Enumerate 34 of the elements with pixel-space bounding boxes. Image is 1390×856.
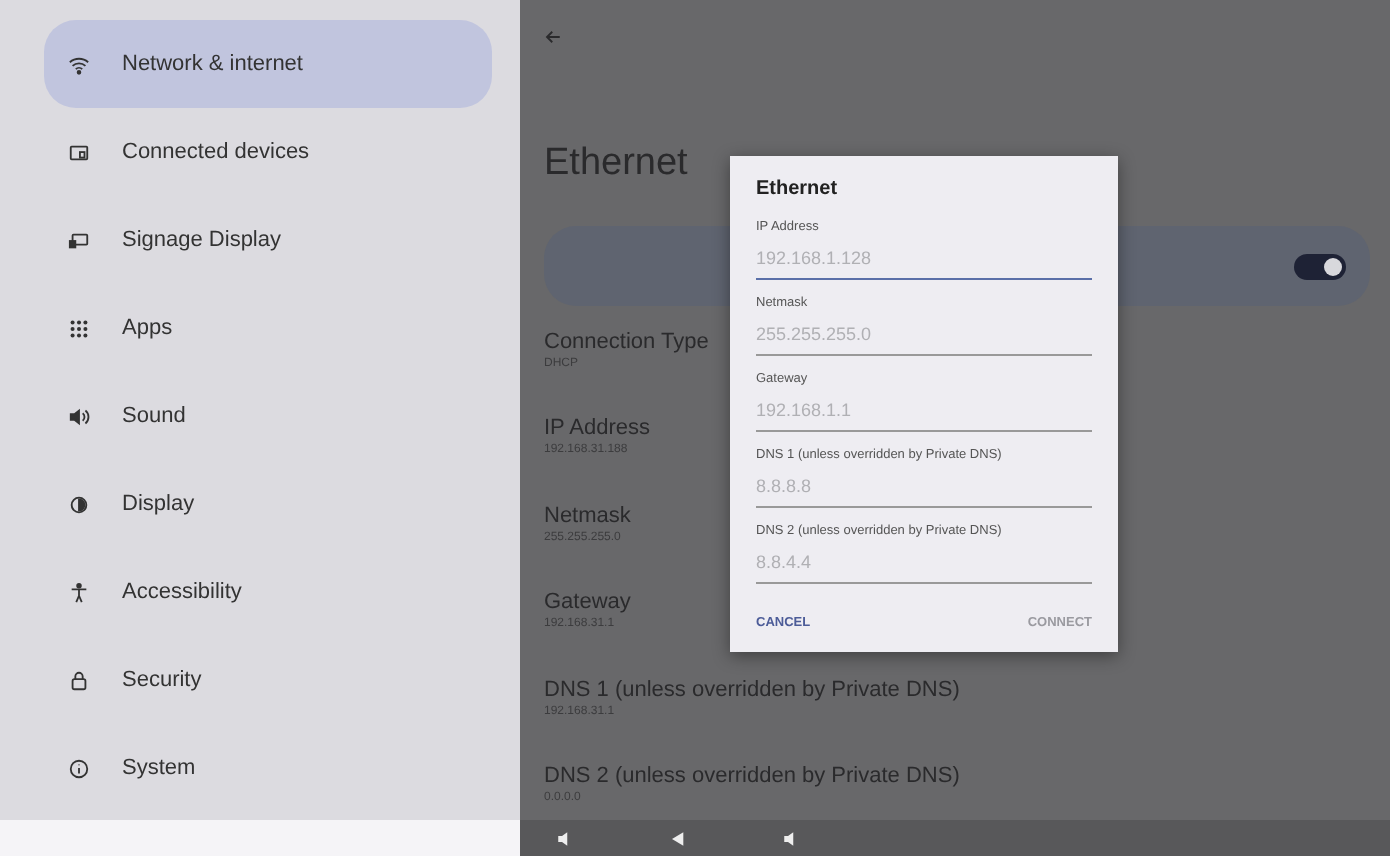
- input-field[interactable]: 255.255.255.0: [756, 310, 1092, 356]
- input-field[interactable]: 192.168.1.1: [756, 386, 1092, 432]
- speaker-icon: [68, 405, 90, 427]
- brightness-icon: [68, 493, 90, 515]
- accessibility-icon: [68, 581, 90, 603]
- input-field[interactable]: 8.8.8.8: [756, 462, 1092, 508]
- back-arrow-icon[interactable]: [544, 28, 562, 46]
- detail-title: Netmask: [544, 503, 631, 528]
- detail-title: Connection Type: [544, 329, 709, 354]
- input-field[interactable]: 8.8.4.4: [756, 538, 1092, 584]
- input-field[interactable]: 192.168.1.128: [756, 234, 1092, 280]
- sidebar-item[interactable]: Network & internet: [44, 20, 492, 108]
- sidebar-item[interactable]: Apps: [44, 284, 492, 372]
- sidebar-item[interactable]: Accessibility: [44, 548, 492, 636]
- detail-title: IP Address: [544, 416, 650, 441]
- detail-title: DNS 1 (unless overridden by Private DNS): [544, 677, 960, 702]
- lock-icon: [68, 669, 90, 691]
- devices-icon: [68, 141, 90, 163]
- sidebar-item[interactable]: Connected devices: [44, 108, 492, 196]
- wifi-icon: [68, 53, 90, 75]
- sidebar-item[interactable]: Display: [44, 460, 492, 548]
- sidebar-item[interactable]: Signage Display: [44, 196, 492, 284]
- toggle-switch[interactable]: [1294, 253, 1346, 279]
- grid-icon: [68, 317, 90, 339]
- sidebar-item[interactable]: System: [44, 724, 492, 812]
- sidebar-item[interactable]: Sound: [44, 372, 492, 460]
- page-title: Ethernet: [544, 142, 690, 186]
- sidebar-item[interactable]: Security: [44, 636, 492, 724]
- dialog-title: Ethernet: [756, 178, 840, 200]
- info-icon: [68, 757, 90, 779]
- detail-title: DNS 2 (unless overridden by Private DNS): [544, 764, 960, 789]
- back-triangle-icon[interactable]: [670, 829, 686, 847]
- monitor-icon: [68, 229, 90, 251]
- detail-title: Gateway: [544, 590, 631, 615]
